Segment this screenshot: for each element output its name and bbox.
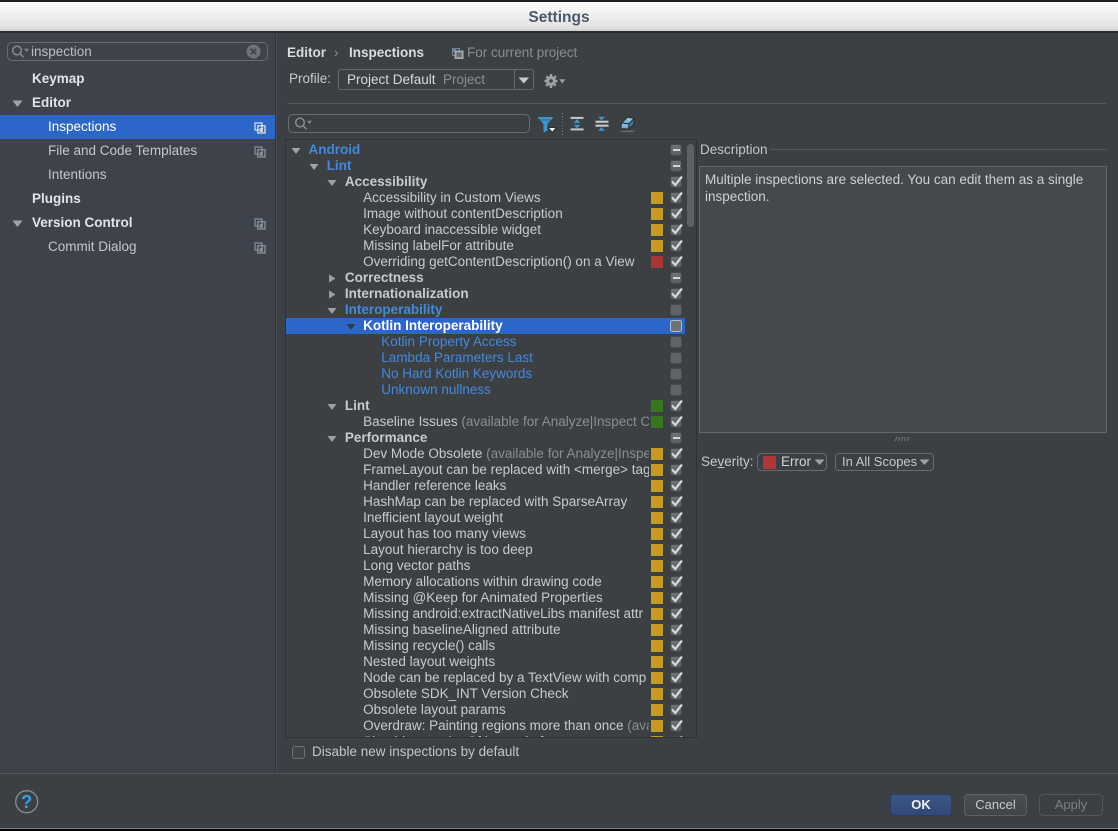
svg-text:?: ?: [21, 791, 32, 812]
